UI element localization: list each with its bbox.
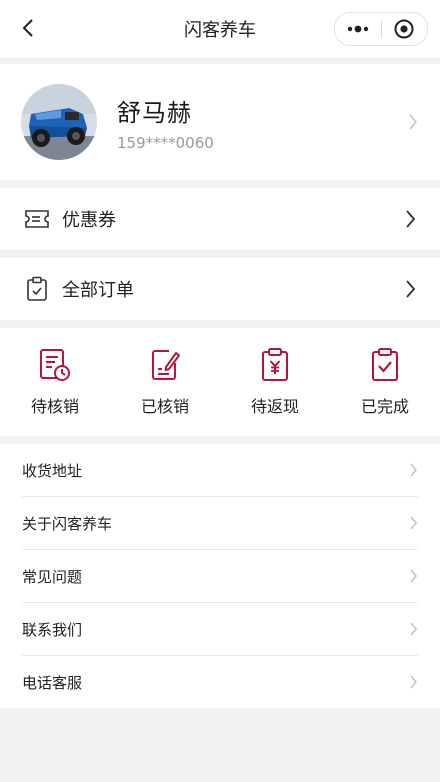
chevron-right-icon (410, 675, 418, 689)
order-status-pending-cashback[interactable]: 待返现 (220, 347, 330, 417)
menu-item-label: 电话客服 (22, 673, 83, 692)
more-button[interactable] (335, 13, 381, 45)
clipboard-yen-icon (262, 348, 288, 381)
order-status-label: 待核销 (30, 397, 79, 416)
order-status-pending-verify[interactable]: 待核销 (0, 347, 110, 417)
blue-jeep-photo (21, 84, 97, 160)
menu-item-address[interactable]: 收货地址 (22, 444, 418, 497)
order-status-verified[interactable]: 已核销 (110, 347, 220, 417)
target-circle-icon (394, 19, 414, 39)
profile-card[interactable]: 舒马赫 159****0060 (0, 64, 440, 180)
document-edit-icon (152, 350, 180, 380)
menu-item-label: 常见问题 (22, 567, 83, 586)
all-orders-row[interactable]: 全部订单 (0, 258, 440, 320)
clipboard-check-icon (372, 348, 398, 381)
coupon-label: 优惠券 (62, 210, 116, 231)
chevron-right-icon (409, 114, 418, 130)
chevron-right-icon (406, 210, 416, 228)
menu-item-label: 联系我们 (22, 620, 83, 639)
order-status-grid: 待核销 已核销 待返现 已完成 (0, 328, 440, 436)
order-status-label: 已完成 (360, 397, 409, 416)
profile-info: 舒马赫 159****0060 (117, 93, 214, 152)
order-status-label: 已核销 (140, 397, 189, 416)
chevron-right-icon (410, 569, 418, 583)
close-button[interactable] (382, 13, 428, 45)
menu-item-faq[interactable]: 常见问题 (22, 550, 418, 603)
avatar (21, 84, 97, 160)
order-status-label: 待返现 (250, 397, 299, 416)
chevron-right-icon (410, 622, 418, 636)
more-dots-icon (347, 25, 368, 33)
menu-item-phone-service[interactable]: 电话客服 (22, 656, 418, 708)
document-clock-icon (40, 349, 70, 381)
menu-item-label: 收货地址 (22, 461, 83, 480)
coupon-row[interactable]: 优惠券 (0, 188, 440, 250)
page-title: 闪客养车 (184, 20, 256, 41)
chevron-left-icon (22, 19, 33, 37)
all-orders-label: 全部订单 (62, 280, 134, 301)
user-name: 舒马赫 (117, 98, 192, 127)
chevron-right-icon (410, 516, 418, 530)
nav-bar: 闪客养车 (0, 0, 440, 58)
mini-program-capsule (334, 12, 428, 46)
menu-item-contact[interactable]: 联系我们 (22, 603, 418, 656)
back-button[interactable] (14, 14, 42, 42)
ticket-icon (24, 206, 50, 232)
menu-item-label: 关于闪客养车 (22, 514, 113, 533)
menu-item-about[interactable]: 关于闪客养车 (22, 497, 418, 550)
user-phone: 159****0060 (117, 133, 214, 152)
chevron-right-icon (406, 280, 416, 298)
chevron-right-icon (410, 463, 418, 477)
order-status-completed[interactable]: 已完成 (330, 347, 440, 417)
clipboard-check-icon (24, 276, 50, 302)
settings-menu: 收货地址 关于闪客养车 常见问题 联系我们 电话客服 (0, 444, 440, 708)
